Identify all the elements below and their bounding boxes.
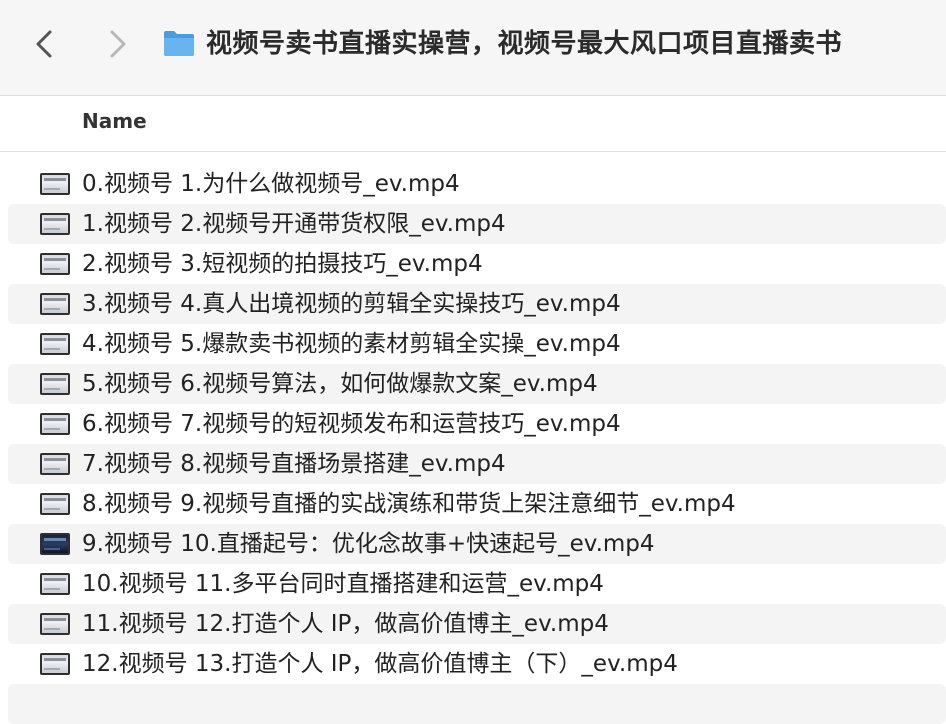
video-file-icon (40, 333, 70, 355)
column-header-name[interactable]: Name (82, 109, 147, 133)
file-name: 2.视频号 3.短视频的拍摄技巧_ev.mp4 (82, 251, 483, 277)
file-name: 5.视频号 6.视频号算法，如何做爆款文案_ev.mp4 (82, 371, 598, 397)
video-file-icon (40, 413, 70, 435)
file-row[interactable]: 7.视频号 8.视频号直播场景搭建_ev.mp4 (8, 444, 946, 484)
chevron-right-icon (110, 30, 126, 58)
column-header: Name (0, 96, 946, 152)
file-name: 1.视频号 2.视频号开通带货权限_ev.mp4 (82, 211, 506, 237)
file-row[interactable]: 9.视频号 10.直播起号：优化念故事+快速起号_ev.mp4 (8, 524, 946, 564)
video-file-icon (40, 293, 70, 315)
folder-icon (164, 31, 194, 56)
file-name: 7.视频号 8.视频号直播场景搭建_ev.mp4 (82, 451, 506, 477)
video-file-icon (40, 213, 70, 235)
file-row[interactable]: 3.视频号 4.真人出境视频的剪辑全实操技巧_ev.mp4 (8, 284, 946, 324)
file-name: 8.视频号 9.视频号直播的实战演练和带货上架注意细节_ev.mp4 (82, 491, 736, 517)
file-list: 0.视频号 1.为什么做视频号_ev.mp4 1.视频号 2.视频号开通带货权限… (8, 164, 946, 724)
file-row[interactable]: 12.视频号 13.打造个人 IP，做高价值博主（下）_ev.mp4 (8, 644, 946, 684)
file-row[interactable]: 10.视频号 11.多平台同时直播搭建和运营_ev.mp4 (8, 564, 946, 604)
file-row[interactable]: 11.视频号 12.打造个人 IP，做高价值博主_ev.mp4 (8, 604, 946, 644)
video-file-icon (40, 453, 70, 475)
back-button[interactable] (24, 24, 64, 64)
empty-row (8, 684, 946, 724)
file-name: 0.视频号 1.为什么做视频号_ev.mp4 (82, 171, 460, 197)
video-file-icon (40, 493, 70, 515)
window-title: 视频号卖书直播实操营，视频号最大风口项目直播卖书 (206, 29, 843, 59)
file-row[interactable]: 8.视频号 9.视频号直播的实战演练和带货上架注意细节_ev.mp4 (8, 484, 946, 524)
video-file-icon (40, 573, 70, 595)
video-file-icon (40, 653, 70, 675)
finder-toolbar: 视频号卖书直播实操营，视频号最大风口项目直播卖书 (0, 0, 946, 96)
file-name: 10.视频号 11.多平台同时直播搭建和运营_ev.mp4 (82, 571, 604, 597)
file-row[interactable]: 4.视频号 5.爆款卖书视频的素材剪辑全实操_ev.mp4 (8, 324, 946, 364)
file-row[interactable]: 1.视频号 2.视频号开通带货权限_ev.mp4 (8, 204, 946, 244)
file-row[interactable]: 5.视频号 6.视频号算法，如何做爆款文案_ev.mp4 (8, 364, 946, 404)
file-name: 3.视频号 4.真人出境视频的剪辑全实操技巧_ev.mp4 (82, 291, 621, 317)
file-name: 9.视频号 10.直播起号：优化念故事+快速起号_ev.mp4 (82, 531, 655, 557)
file-row[interactable]: 2.视频号 3.短视频的拍摄技巧_ev.mp4 (8, 244, 946, 284)
file-name: 6.视频号 7.视频号的短视频发布和运营技巧_ev.mp4 (82, 411, 621, 437)
file-name: 12.视频号 13.打造个人 IP，做高价值博主（下）_ev.mp4 (82, 651, 678, 677)
file-name: 11.视频号 12.打造个人 IP，做高价值博主_ev.mp4 (82, 611, 609, 637)
video-file-icon (40, 613, 70, 635)
file-name: 4.视频号 5.爆款卖书视频的素材剪辑全实操_ev.mp4 (82, 331, 621, 357)
forward-button[interactable] (98, 24, 138, 64)
video-file-icon (40, 173, 70, 195)
file-row[interactable]: 0.视频号 1.为什么做视频号_ev.mp4 (8, 164, 946, 204)
video-file-icon (40, 253, 70, 275)
chevron-left-icon (36, 30, 52, 58)
video-file-icon-dark (40, 533, 70, 555)
file-row[interactable]: 6.视频号 7.视频号的短视频发布和运营技巧_ev.mp4 (8, 404, 946, 444)
video-file-icon (40, 373, 70, 395)
